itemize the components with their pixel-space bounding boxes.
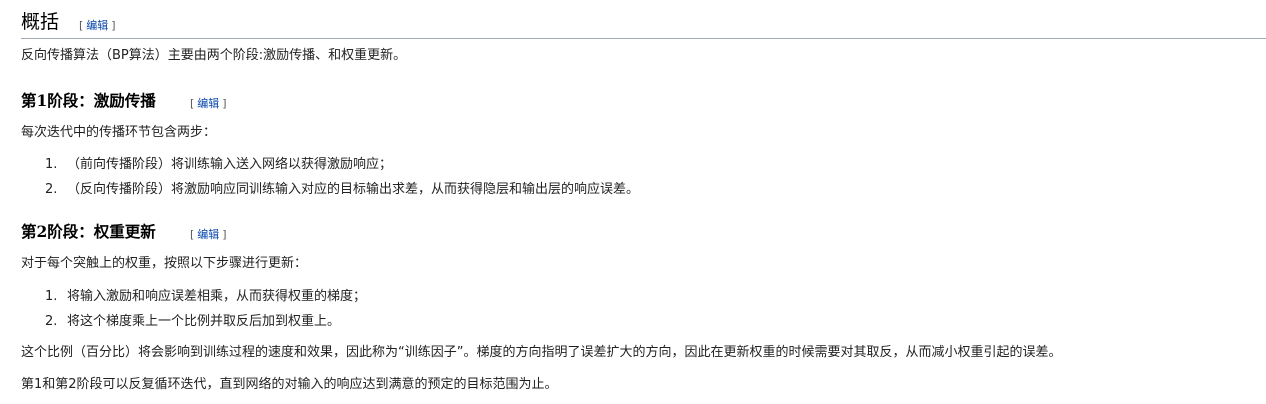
list-item: 2. 将这个梯度乘上一个比例并取反后加到权重上。: [45, 312, 340, 332]
list-text: （反向传播阶段）将激励响应同训练输入对应的目标输出求差，从而获得隐层和输出层的响…: [67, 182, 640, 197]
list-number: 1.: [45, 157, 58, 172]
phase1-edit-link[interactable]: 编辑: [194, 97, 222, 110]
training-factor-paragraph: 这个比例（百分比）将会影响到训练过程的速度和效果，因此称为“训练因子”。梯度的方…: [21, 345, 1062, 360]
phase2-heading: 第2阶段：权重更新: [21, 221, 156, 243]
phase2-title: 第2阶段：权重更新: [21, 222, 156, 241]
article-content: 概括 [编辑] 反向传播算法（BP算法）主要由两个阶段:激励传播、和权重更新。 …: [0, 0, 1266, 404]
list-text: 将输入激励和响应误差相乘，从而获得权重的梯度；: [67, 289, 367, 304]
section-edit: [编辑]: [79, 17, 116, 33]
list-text: （前向传播阶段）将训练输入送入网络以获得激励响应；: [67, 157, 393, 172]
phase1-heading: 第1阶段：激励传播: [21, 90, 156, 112]
iteration-paragraph: 第1和第2阶段可以反复循环迭代，直到网络的对输入的响应达到满意的预定的目标范围为…: [21, 377, 558, 392]
phase2-intro: 对于每个突触上的权重，按照以下步骤进行更新：: [21, 256, 308, 271]
section-edit-link[interactable]: 编辑: [83, 19, 111, 32]
phase2-edit-link[interactable]: 编辑: [194, 228, 222, 241]
list-item: 2. （反向传播阶段）将激励响应同训练输入对应的目标输出求差，从而获得隐层和输出层…: [45, 180, 639, 200]
phase2-edit: [编辑]: [190, 226, 227, 242]
list-item: 1. （前向传播阶段）将训练输入送入网络以获得激励响应；: [45, 155, 392, 175]
list-number: 2.: [45, 182, 58, 197]
phase1-title: 第1阶段：激励传播: [21, 91, 156, 110]
edit-bracket-close: ]: [222, 97, 227, 110]
list-item: 1. 将输入激励和响应误差相乘，从而获得权重的梯度；: [45, 287, 366, 307]
phase1-edit: [编辑]: [190, 95, 227, 111]
edit-bracket-close: ]: [111, 19, 116, 32]
section-title: 概括: [21, 11, 60, 33]
edit-bracket-close: ]: [222, 228, 227, 241]
list-number: 1.: [45, 289, 58, 304]
list-text: 将这个梯度乘上一个比例并取反后加到权重上。: [67, 314, 341, 329]
section-heading: 概括 [编辑]: [21, 9, 1266, 39]
phase1-intro: 每次迭代中的传播环节包含两步：: [21, 125, 217, 140]
intro-paragraph: 反向传播算法（BP算法）主要由两个阶段:激励传播、和权重更新。: [21, 48, 407, 63]
list-number: 2.: [45, 314, 58, 329]
